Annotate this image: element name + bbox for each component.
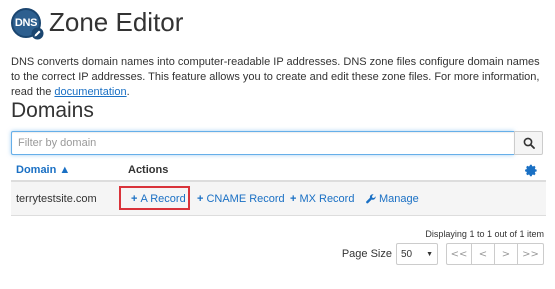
first-page-button[interactable]: << [446,243,472,265]
page-size-label: Page Size [341,248,392,260]
plus-icon: + [131,193,138,205]
cname-record-label: CNAME Record [206,193,285,205]
wrench-icon [366,194,376,204]
last-page-button[interactable]: >> [518,243,544,265]
plus-icon: + [290,193,297,205]
table-header: Domain ▲ Actions [11,160,546,182]
filter-domain-input[interactable] [11,131,514,155]
description-suffix: . [126,86,130,98]
plus-icon: + [197,193,204,205]
domains-heading: Domains [11,99,94,122]
add-a-record-button[interactable]: + A Record [131,193,186,205]
page-size-select[interactable]: 50 ▼ [396,243,438,265]
page-title: Zone Editor [49,7,184,37]
display-info: Displaying 1 to 1 out of 1 item [425,229,544,239]
gear-icon[interactable] [525,164,538,177]
page-header: DNS Zone Editor [11,7,184,39]
next-page-button[interactable]: > [495,243,518,265]
mx-record-label: MX Record [299,193,355,205]
prev-page-button[interactable]: < [472,243,495,265]
search-button[interactable] [514,131,543,155]
manage-button[interactable]: Manage [366,193,419,205]
domains-table: Domain ▲ Actions terrytestsite.com [11,160,546,216]
pager-buttons: << < > >> [446,243,544,265]
caret-down-icon: ▼ [426,250,433,258]
manage-label: Manage [379,193,419,205]
dns-logo-icon: DNS [11,7,44,39]
page-size-value: 50 [401,248,413,260]
pencil-icon [31,27,44,39]
documentation-link[interactable]: documentation [54,86,126,98]
a-record-label: A Record [140,193,186,205]
domain-cell: terrytestsite.com [16,192,97,205]
actions-column-header: Actions [128,164,169,176]
add-mx-record-button[interactable]: + MX Record [290,193,354,205]
domain-column-header[interactable]: Domain ▲ [11,164,128,176]
search-icon [523,137,535,149]
domain-filter [11,131,543,155]
pagination: Page Size 50 ▼ << < > >> [342,243,544,265]
add-cname-record-button[interactable]: + CNAME Record [197,193,285,205]
page-description: DNS converts domain names into computer-… [11,55,546,100]
